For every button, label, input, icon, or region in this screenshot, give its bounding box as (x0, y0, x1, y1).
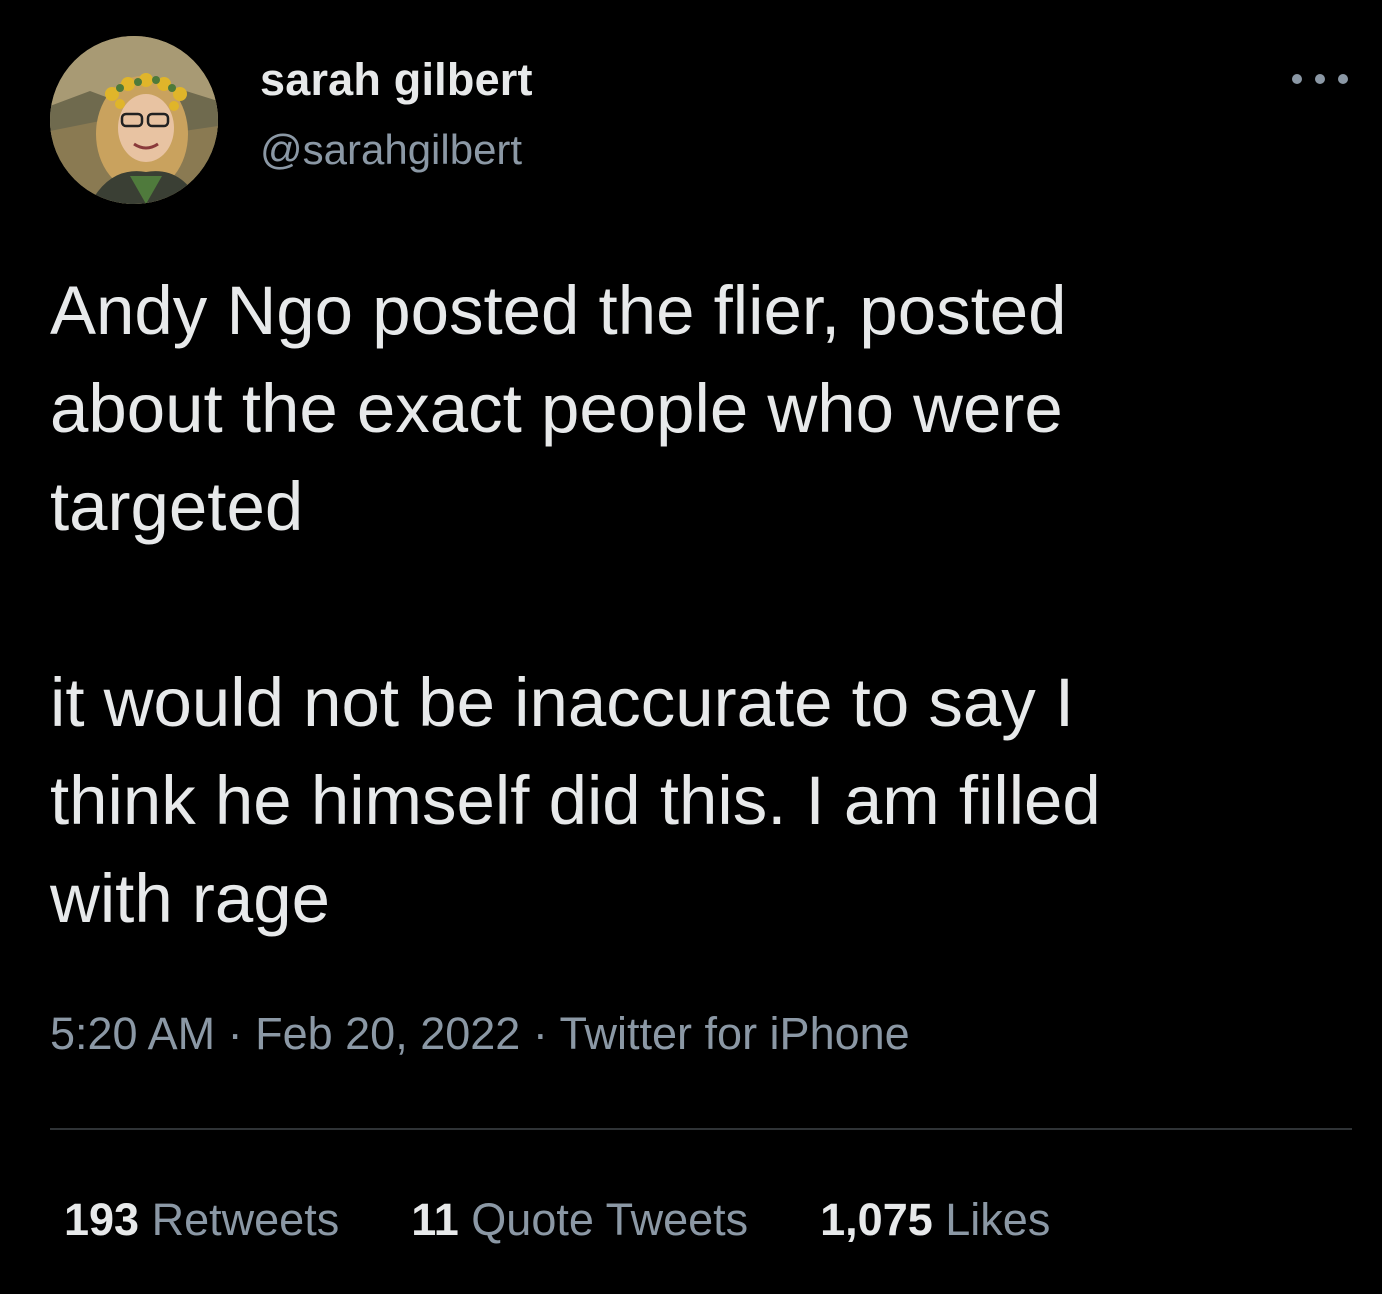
avatar[interactable] (50, 36, 218, 204)
meta-separator: · (520, 1008, 560, 1059)
tweet-time[interactable]: 5:20 AM (50, 1008, 215, 1059)
meta-separator: · (215, 1008, 256, 1059)
likes-count: 1,075 (820, 1194, 933, 1245)
quote-tweets-count: 11 (411, 1194, 459, 1245)
retweets-stat[interactable]: 193 Retweets (64, 1194, 339, 1246)
tweet-source[interactable]: Twitter for iPhone (560, 1008, 910, 1059)
more-dot (1315, 74, 1325, 84)
more-dot (1292, 74, 1302, 84)
author-display-name[interactable]: sarah gilbert (260, 54, 533, 106)
more-options-icon[interactable] (1292, 64, 1348, 94)
quote-tweets-label: Quote Tweets (471, 1194, 749, 1245)
tweet-metadata: 5:20 AM · Feb 20, 2022 · Twitter for iPh… (50, 1008, 910, 1060)
retweets-label: Retweets (151, 1194, 340, 1245)
likes-label: Likes (945, 1194, 1051, 1245)
engagement-stats: 193 Retweets 11 Quote Tweets 1,075 Likes (64, 1194, 1050, 1246)
tweet-text: Andy Ngo posted the flier, posted about … (50, 272, 1101, 937)
divider (50, 1128, 1352, 1130)
author-handle[interactable]: @sarahgilbert (260, 126, 522, 174)
likes-stat[interactable]: 1,075 Likes (820, 1194, 1050, 1246)
avatar-photo (50, 36, 218, 204)
tweet-date[interactable]: Feb 20, 2022 (255, 1008, 520, 1059)
quote-tweets-stat[interactable]: 11 Quote Tweets (411, 1194, 748, 1246)
retweets-count: 193 (64, 1194, 140, 1245)
more-dot (1338, 74, 1348, 84)
